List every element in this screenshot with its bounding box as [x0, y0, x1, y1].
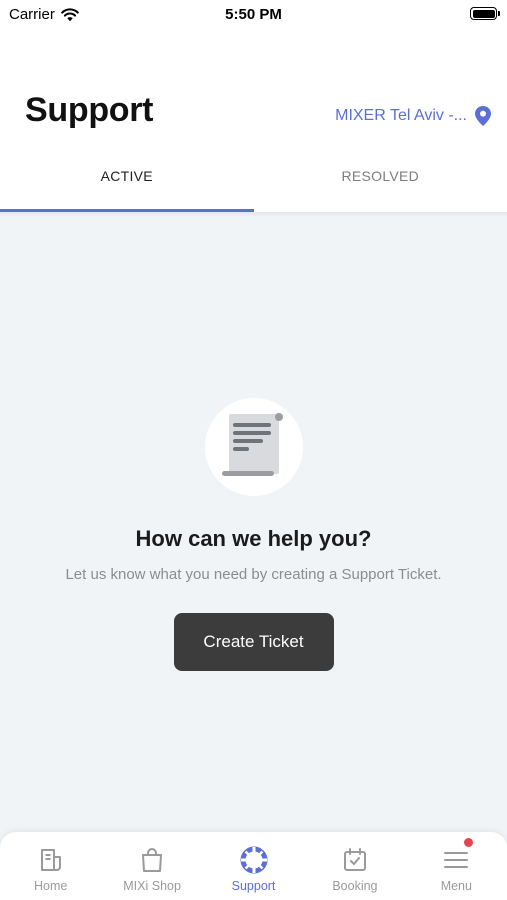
status-bar: Carrier 5:50 PM	[0, 0, 507, 28]
tab-bar-item-menu[interactable]: Menu	[406, 832, 507, 900]
tab-resolved[interactable]: RESOLVED	[254, 156, 507, 212]
clock: 5:50 PM	[225, 6, 282, 23]
menu-icon	[444, 852, 469, 868]
empty-state: How can we help you? Let us know what yo…	[0, 398, 507, 671]
calendar-check-icon	[343, 848, 366, 871]
shopping-bag-icon	[142, 848, 163, 872]
tab-bar: Home MIXi Shop Support Booking Menu	[0, 832, 507, 900]
tab-bar-item-booking[interactable]: Booking	[304, 832, 405, 900]
header: Support MIXER Tel Aviv -... ACTIVE RESOL…	[0, 28, 507, 212]
battery-icon	[470, 7, 500, 20]
tab-bar-item-home[interactable]: Home	[0, 832, 101, 900]
tab-bar-label: Booking	[332, 879, 378, 893]
lifebuoy-icon	[240, 846, 268, 874]
empty-state-title: How can we help you?	[135, 526, 372, 551]
empty-state-subtitle: Let us know what you need by creating a …	[65, 566, 442, 583]
tab-bar-label: MIXi Shop	[123, 879, 181, 893]
scroll-document-icon	[221, 413, 283, 476]
location-selector[interactable]: MIXER Tel Aviv -...	[335, 106, 491, 126]
ticket-tabs: ACTIVE RESOLVED	[0, 156, 507, 212]
notification-badge	[463, 838, 473, 847]
tab-active[interactable]: ACTIVE	[0, 156, 254, 212]
tab-bar-label: Home	[34, 879, 68, 893]
location-label: MIXER Tel Aviv -...	[335, 107, 467, 124]
home-icon	[40, 849, 61, 871]
tab-bar-item-support[interactable]: Support	[203, 832, 304, 900]
tab-bar-item-mixi-shop[interactable]: MIXi Shop	[101, 832, 202, 900]
tab-bar-label: Menu	[440, 879, 472, 893]
tab-bar-label: Support	[231, 879, 276, 893]
page-title: Support	[25, 91, 154, 129]
empty-state-illustration	[204, 398, 303, 496]
header-divider	[0, 212, 507, 217]
create-ticket-button[interactable]: Create Ticket	[173, 613, 334, 671]
map-pin-icon	[475, 106, 491, 126]
